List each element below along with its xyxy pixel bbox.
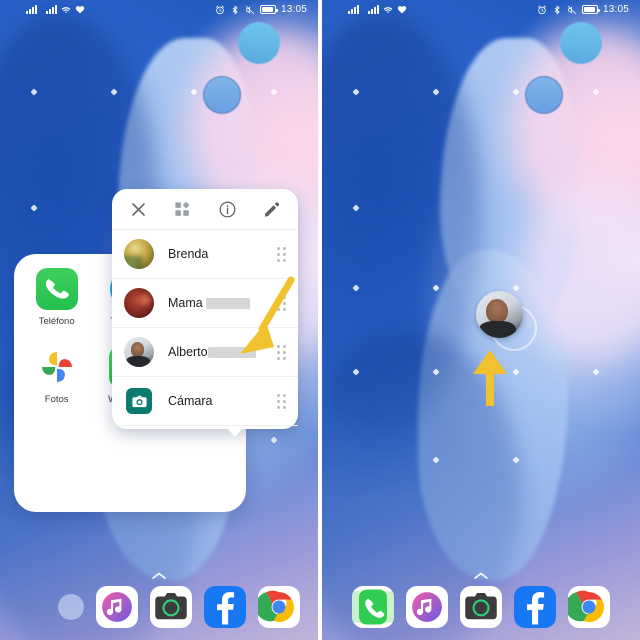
camera-icon[interactable] xyxy=(150,586,192,628)
contact-avatar-alberto xyxy=(476,291,523,338)
battery-icon xyxy=(259,5,278,14)
whatsapp-shortcut-popup[interactable]: Brenda Mama Alberto Cámara xyxy=(112,189,298,437)
whatsapp-dock-icon[interactable] xyxy=(352,586,394,628)
assistant-ball-icon[interactable] xyxy=(58,594,84,620)
alarm-icon xyxy=(216,5,224,14)
google-photos-icon xyxy=(36,346,78,388)
drag-handle-icon[interactable] xyxy=(277,344,286,360)
drag-handle-icon[interactable] xyxy=(277,393,286,409)
status-bar-clock: 13:05 xyxy=(602,4,629,15)
status-bar-clock: 13:05 xyxy=(280,4,307,15)
right-screen: 13:05 xyxy=(322,0,640,640)
signal-bars-2-icon xyxy=(368,5,379,14)
facebook-icon[interactable] xyxy=(514,586,556,628)
dock-right xyxy=(322,574,640,640)
heart-icon xyxy=(75,5,85,13)
contact-avatar-mama xyxy=(124,288,154,318)
bluetooth-icon xyxy=(232,5,238,14)
shortcut-name: Alberto xyxy=(168,345,256,359)
phone-icon xyxy=(35,268,78,310)
folder-app-label: Teléfono xyxy=(38,316,75,327)
widgets-icon[interactable] xyxy=(166,194,200,224)
shortcut-row[interactable]: Alberto xyxy=(112,328,298,377)
app-drawer-handle-right[interactable] xyxy=(473,571,489,580)
left-screen: 13:05 Teléfono Telegra xyxy=(0,0,318,640)
info-icon[interactable] xyxy=(210,194,244,224)
popup-header xyxy=(112,189,298,230)
screenshot-root: 13:05 Teléfono Telegra xyxy=(0,0,640,640)
contact-avatar-alberto xyxy=(124,337,154,367)
shortcut-name: Mama xyxy=(168,296,250,310)
status-bar-right: 13:05 xyxy=(322,0,640,19)
app-drawer-handle-left[interactable] xyxy=(151,571,167,580)
folder-app-fotos[interactable]: Fotos xyxy=(20,346,93,405)
heart-icon xyxy=(397,5,407,13)
alarm-icon xyxy=(538,5,546,14)
folder-app-telefono[interactable]: Teléfono xyxy=(20,268,93,327)
bluetooth-icon xyxy=(554,5,560,14)
edit-pencil-icon[interactable] xyxy=(255,194,289,224)
camera-icon[interactable] xyxy=(460,586,502,628)
close-icon[interactable] xyxy=(121,194,155,224)
mute-icon xyxy=(567,5,577,14)
signal-bars-icon xyxy=(348,5,359,14)
mute-icon xyxy=(245,5,255,14)
dragged-contact-shortcut[interactable] xyxy=(476,291,523,338)
drag-handle-icon[interactable] xyxy=(277,295,286,311)
shortcut-row[interactable]: Cámara xyxy=(112,377,298,426)
status-bar-left: 13:05 xyxy=(0,0,318,19)
music-icon[interactable] xyxy=(406,586,448,628)
contact-avatar-brenda xyxy=(124,239,154,269)
music-icon[interactable] xyxy=(96,586,138,628)
folder-app-label: Fotos xyxy=(44,394,69,405)
shortcut-name: Brenda xyxy=(168,247,209,261)
chrome-icon[interactable] xyxy=(568,586,610,628)
dock-left xyxy=(0,574,318,640)
wifi-icon xyxy=(383,6,393,13)
wifi-icon xyxy=(61,6,71,13)
signal-bars-2-icon xyxy=(46,5,57,14)
shortcut-row[interactable]: Brenda xyxy=(112,230,298,279)
chrome-icon[interactable] xyxy=(258,586,300,628)
drag-handle-icon[interactable] xyxy=(277,246,286,262)
camera-shortcut-icon xyxy=(126,388,152,414)
facebook-icon[interactable] xyxy=(204,586,246,628)
shortcut-name: Cámara xyxy=(168,394,213,408)
signal-bars-icon xyxy=(26,5,37,14)
battery-icon xyxy=(581,5,600,14)
shortcut-row[interactable]: Mama xyxy=(112,279,298,328)
